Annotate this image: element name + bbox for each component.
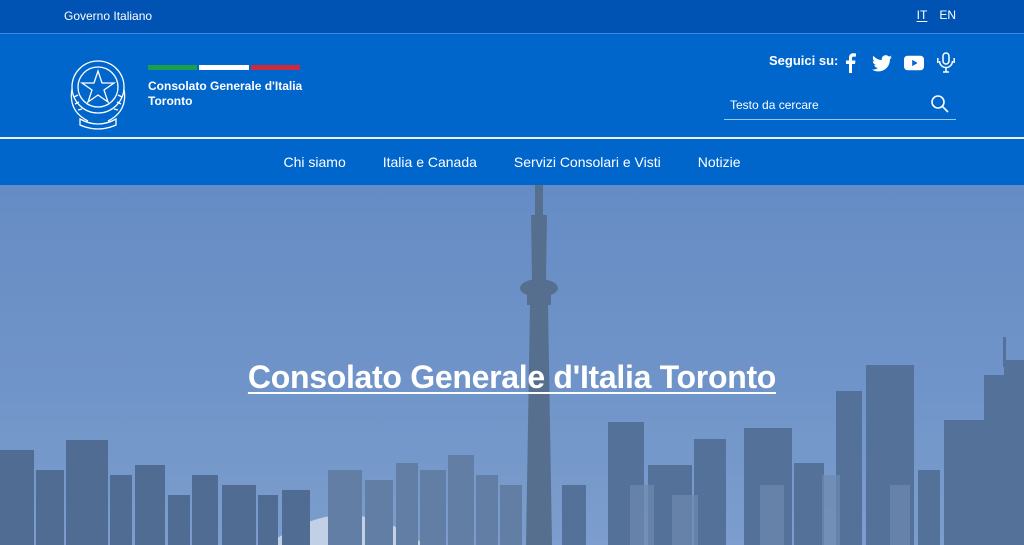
government-link[interactable]: Governo Italiano xyxy=(64,9,152,23)
nav-item-italia-e-canada[interactable]: Italia e Canada xyxy=(383,154,477,170)
youtube-icon[interactable] xyxy=(904,53,924,73)
language-it-link[interactable]: IT xyxy=(917,8,928,22)
consulate-name-line2: Toronto xyxy=(148,94,193,108)
consulate-name[interactable]: Consolato Generale d'Italia Toronto xyxy=(148,79,318,109)
site-search xyxy=(724,92,956,120)
social-links xyxy=(840,52,956,73)
search-input[interactable] xyxy=(730,94,920,116)
language-en-link[interactable]: EN xyxy=(939,8,956,22)
consulate-name-line1: Consolato Generale d'Italia xyxy=(148,79,303,93)
government-topbar: Governo Italiano IT EN xyxy=(0,0,1024,34)
search-icon[interactable] xyxy=(930,94,950,114)
hero-banner: Consolato Generale d'Italia Toronto xyxy=(0,185,1024,545)
italian-flag-stripe xyxy=(148,65,300,70)
facebook-icon[interactable] xyxy=(840,53,860,73)
twitter-icon[interactable] xyxy=(872,53,892,73)
nav-item-servizi-consolari[interactable]: Servizi Consolari e Visti xyxy=(514,154,661,170)
podcast-icon[interactable] xyxy=(936,52,956,73)
nav-item-notizie[interactable]: Notizie xyxy=(698,154,741,170)
italian-republic-emblem-icon[interactable] xyxy=(62,49,134,133)
site-header: Consolato Generale d'Italia Toronto Segu… xyxy=(0,35,1024,137)
language-switcher: IT EN xyxy=(917,8,956,22)
nav-item-chi-siamo[interactable]: Chi siamo xyxy=(283,154,345,170)
main-navigation: Chi siamo Italia e Canada Servizi Consol… xyxy=(0,139,1024,185)
hero-title-link[interactable]: Consolato Generale d'Italia Toronto xyxy=(0,359,1024,396)
follow-us-label: Seguici su: xyxy=(769,53,839,68)
